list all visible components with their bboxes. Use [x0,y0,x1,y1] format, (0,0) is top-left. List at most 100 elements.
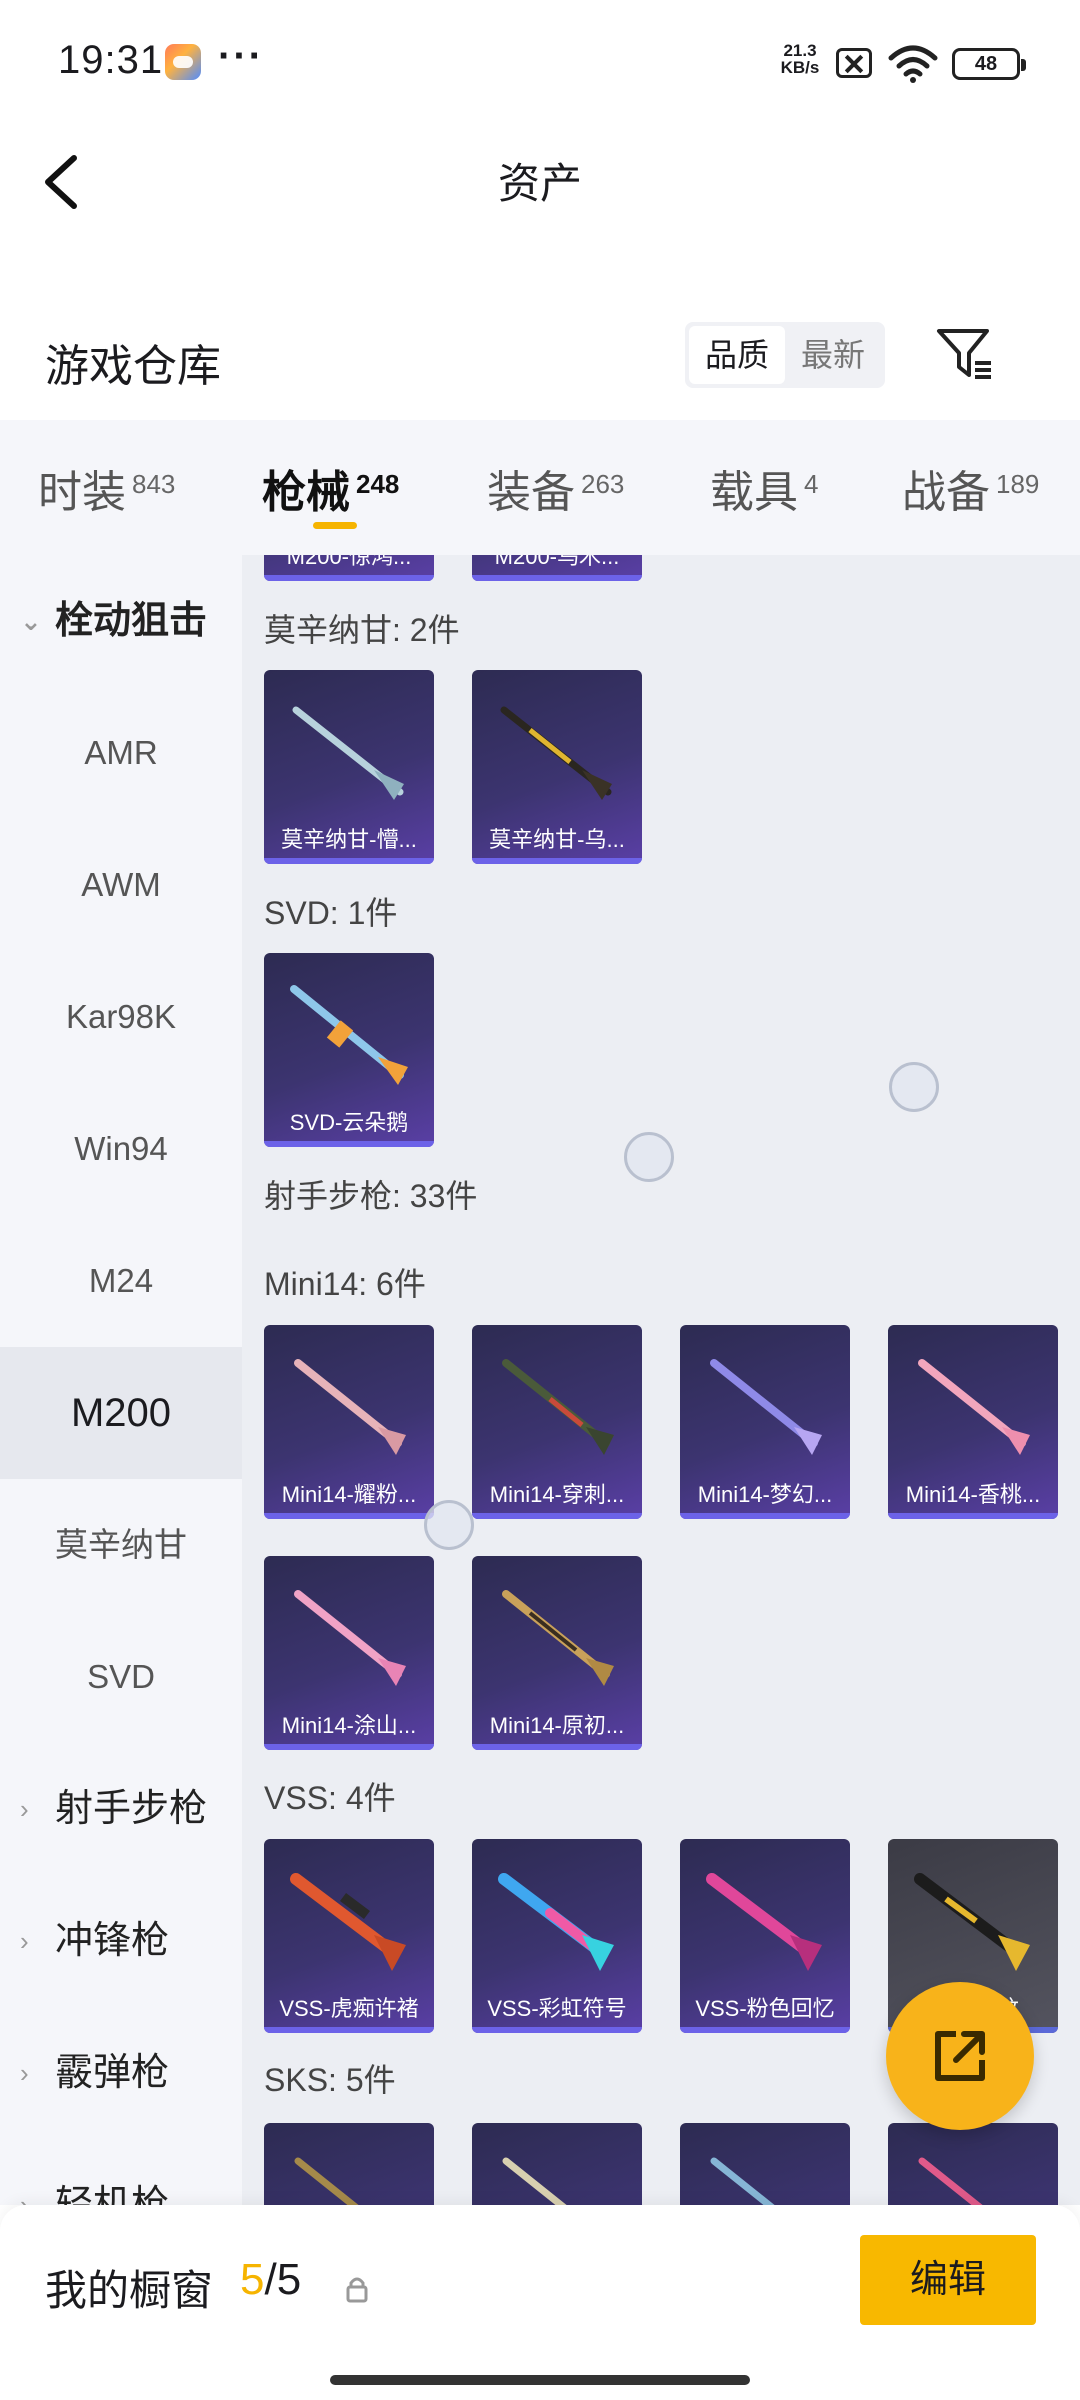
weapon-card[interactable]: 莫辛纳甘-乌... [472,670,642,864]
rifle-icon [918,2157,983,2205]
rifle-icon [710,1359,822,1455]
weapon-card[interactable]: M200-惊鸿... [264,555,434,581]
category-tabs: 时装 843 枪械 248 装备 263 载具 4 战备 189 [0,420,1080,555]
sort-by-quality-button[interactable]: 品质 [689,326,785,384]
weapon-card[interactable] [472,2123,642,2205]
sidebar-item-mosin[interactable]: 莫辛纳甘 [0,1479,242,1611]
sidebar-group-smg[interactable]: › 冲锋枪 [0,1875,242,2007]
game-app-icon [165,44,201,80]
weapon-card[interactable]: SVD-云朵鹅 [264,953,434,1147]
showcase-total: /5 [264,2255,302,2304]
weapon-card-name: Mini14-原初... [489,1713,625,1738]
edit-button[interactable]: 编辑 [860,2235,1036,2325]
home-indicator[interactable] [330,2375,750,2385]
warehouse-title: 游戏仓库 [45,342,221,391]
weapon-card[interactable]: VSS-虎痴许褚 [264,1839,434,2033]
weapon-card-name: Mini14-香桃... [905,1482,1041,1507]
tab-count: 4 [804,469,819,499]
tab-equipment[interactable]: 装备 263 [487,456,624,520]
weapon-card[interactable]: Mini14-原初... [472,1556,642,1750]
sidebar-item-amr[interactable]: AMR [0,687,242,819]
sidebar-group-bolt-action[interactable]: ⌄ 栓动狙击 [0,555,242,687]
weapon-grid: M200-惊鸿... M200-乌木... 莫辛纳甘: 2件 莫辛纳甘-懵...… [242,555,1080,2205]
touch-indicator [424,1500,474,1550]
chevron-down-icon: ⌄ [20,606,42,636]
showcase-bar: 我的橱窗 5/5 编辑 [0,2205,1080,2400]
lock-icon [346,2277,368,2303]
sidebar-item-kar98k[interactable]: Kar98K [0,951,242,1083]
sidebar-group-label: 射手步枪 [55,1788,208,1830]
weapon-card[interactable] [888,2123,1058,2205]
weapon-card[interactable]: Mini14-梦幻... [680,1325,850,1519]
sidebar-group-label: 冲锋枪 [55,1920,170,1962]
rifle-icon [706,1873,822,1971]
rifle-icon [294,2157,359,2205]
weapon-card[interactable]: VSS-粉色回忆 [680,1839,850,2033]
rifle-icon [294,1359,406,1455]
page-title: 资产 [497,160,582,207]
network-speed: 21.3 KB/s [775,42,825,76]
sidebar-group-lmg[interactable]: › 轻机枪 [0,2139,242,2205]
tab-label: 枪械 [262,468,350,517]
sidebar-item-awm[interactable]: AWM [0,819,242,951]
rifle-icon [498,1873,614,1971]
no-sim-icon [836,48,872,78]
weapon-card-name: 莫辛纳甘-懵... [281,827,417,852]
chevron-right-icon: › [20,1794,29,1824]
section-label-sks: SKS: 5件 [264,2062,396,2098]
touch-indicator [624,1132,674,1182]
share-icon [935,2031,985,2081]
tab-count: 843 [132,469,176,499]
tab-vehicles[interactable]: 载具 4 [710,456,818,520]
section-label-dmr: 射手步枪: 33件 [264,1178,478,1214]
tab-guns[interactable]: 枪械 248 [262,456,399,520]
weapon-card-name: Mini14-涂山... [281,1713,417,1738]
tab-fashion[interactable]: 时装 843 [38,456,175,520]
weapon-card[interactable]: VSS-彩虹符号 [472,1839,642,2033]
weapon-card-name: VSS-虎痴许褚 [279,1996,419,2021]
section-label-mosin: 莫辛纳甘: 2件 [264,612,460,648]
network-speed-unit: KB/s [780,58,820,77]
rifle-icon [918,1359,1030,1455]
rifle-icon [294,1590,406,1686]
weapon-card[interactable]: Mini14-穿刺... [472,1325,642,1519]
weapon-card[interactable]: 莫辛纳甘-懵... [264,670,434,864]
weapon-card[interactable]: Mini14-耀粉... [264,1325,434,1519]
weapon-card[interactable]: Mini14-涂山... [264,1556,434,1750]
rifle-icon [290,985,408,1085]
weapon-card-name: M200-惊鸿... [286,555,412,569]
rifle-icon [502,1590,614,1686]
touch-indicator [889,1062,939,1112]
weapon-card[interactable] [264,2123,434,2205]
tab-supplies[interactable]: 战备 189 [902,456,1039,520]
filter-icon[interactable] [935,325,995,385]
rifle-icon [290,1873,406,1971]
tab-count: 248 [356,469,400,499]
tab-label: 时装 [38,468,126,517]
weapon-card[interactable]: Mini14-香桃... [888,1325,1058,1519]
sidebar-item-m24[interactable]: M24 [0,1215,242,1347]
status-bar: 19:31 ··· 21.3 KB/s 48 [0,0,1080,130]
showcase-label: 我的橱窗 [45,2267,214,2314]
weapon-card[interactable] [680,2123,850,2205]
rifle-icon [502,2157,567,2205]
sidebar-item-svd[interactable]: SVD [0,1611,242,1743]
weapon-card-name: Mini14-耀粉... [281,1482,417,1507]
tab-count: 263 [581,469,625,499]
sort-by-newest-button[interactable]: 最新 [785,326,881,384]
sidebar-group-label: 栓动狙击 [55,600,208,642]
rifle-icon [502,1359,614,1455]
sidebar-group-shotgun[interactable]: › 霰弹枪 [0,2007,242,2139]
wifi-icon [888,45,938,83]
rifle-icon [914,1873,1030,1971]
rifle-icon [292,706,404,800]
tab-label: 载具 [710,468,798,517]
weapon-card-name: M200-乌木... [494,555,620,569]
share-button[interactable] [886,1982,1034,2130]
weapon-card[interactable]: M200-乌木... [472,555,642,581]
weapon-card-name: Mini14-穿刺... [489,1482,625,1507]
sidebar-group-dmr[interactable]: › 射手步枪 [0,1743,242,1875]
sidebar-item-win94[interactable]: Win94 [0,1083,242,1215]
sidebar-item-m200[interactable]: M200 [0,1347,242,1479]
section-label-mini14: Mini14: 6件 [264,1266,426,1302]
